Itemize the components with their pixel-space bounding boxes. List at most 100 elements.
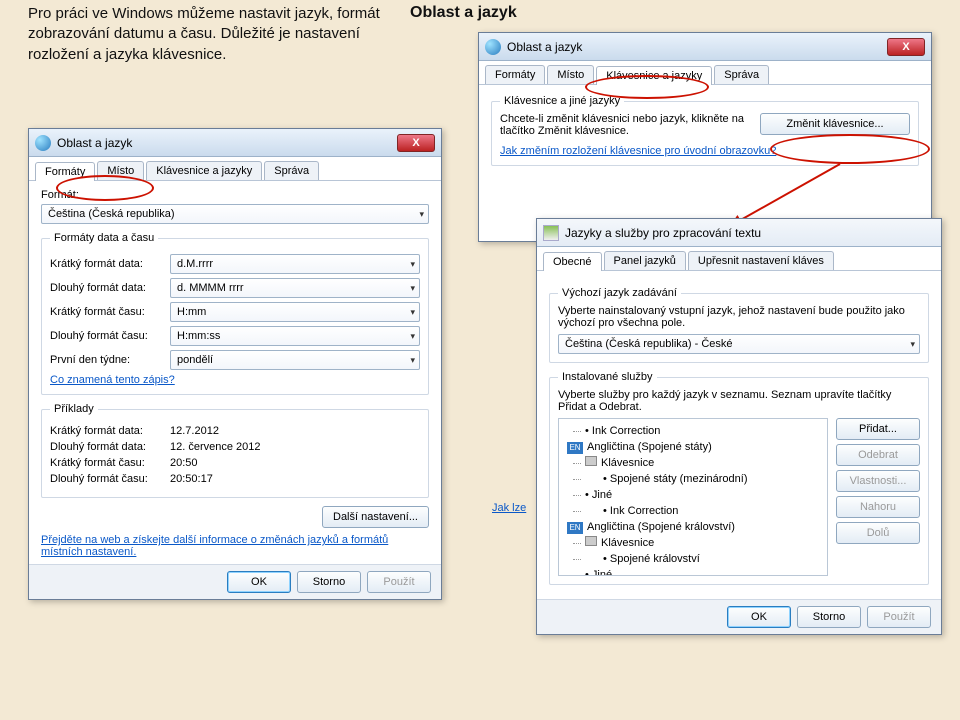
apply-button[interactable]: Použít [867, 606, 931, 628]
tree-node[interactable]: Klávesnice [563, 535, 823, 551]
link-fragment[interactable]: Jak lze [492, 502, 526, 514]
titlebar[interactable]: Jazyky a služby pro zpracování textu [537, 219, 941, 247]
apply-button[interactable]: Použít [367, 571, 431, 593]
first-day-value: pondělí [177, 354, 213, 366]
ok-button[interactable]: OK [727, 606, 791, 628]
tab-misto[interactable]: Místo [547, 65, 594, 84]
close-icon[interactable]: X [397, 134, 435, 152]
short-date-value: d.M.rrrr [177, 258, 213, 270]
window-title: Jazyky a služby pro zpracování textu [565, 226, 761, 240]
more-settings-button[interactable]: Další nastavení... [322, 506, 429, 528]
tabstrip: Obecné Panel jazyků Upřesnit nastavení k… [537, 247, 941, 271]
short-date-dropdown[interactable]: d.M.rrrr ▾ [170, 254, 420, 274]
chevron-down-icon: ▾ [410, 331, 415, 342]
cancel-button[interactable]: Storno [797, 606, 861, 628]
row-label: Dlouhý formát času: [50, 330, 170, 342]
tree-node[interactable]: ENAngličtina (Spojené státy) [563, 439, 823, 455]
format-dropdown[interactable]: Čeština (Česká republika) ▾ [41, 204, 429, 224]
first-day-dropdown[interactable]: pondělí ▾ [170, 350, 420, 370]
window-title: Oblast a jazyk [57, 136, 132, 150]
lang-badge-icon: EN [567, 442, 583, 454]
close-icon[interactable]: X [887, 38, 925, 56]
tree-node[interactable]: • Spojené království [563, 551, 823, 567]
ex-value: 12.7.2012 [170, 425, 420, 437]
link-web-more-info[interactable]: Přejděte na web a získejte další informa… [41, 534, 429, 558]
titlebar[interactable]: Oblast a jazyk X [479, 33, 931, 61]
long-date-value: d. MMMM rrrr [177, 282, 244, 294]
ex-value: 20:50:17 [170, 473, 420, 485]
tab-panel-jazyku[interactable]: Panel jazyků [604, 251, 686, 270]
fieldset-default-lang: Výchozí jazyk zadávání Vyberte nainstalo… [549, 287, 929, 363]
fieldset-examples: Příklady Krátký formát data:12.7.2012 Dl… [41, 403, 429, 498]
legend-installed: Instalované služby [558, 371, 657, 383]
tab-sprava[interactable]: Správa [264, 161, 319, 180]
tab-klavesnice[interactable]: Klávesnice a jazyky [146, 161, 262, 180]
row-label: První den týdne: [50, 354, 170, 366]
keyboard-icon [585, 536, 597, 546]
link-what-means[interactable]: Co znamená tento zápis? [50, 374, 420, 386]
fieldset-datetime: Formáty data a času Krátký formát data:d… [41, 232, 429, 395]
short-time-value: H:mm [177, 306, 206, 318]
row-label: Dlouhý formát data: [50, 282, 170, 294]
cancel-button[interactable]: Storno [297, 571, 361, 593]
tree-node[interactable]: • Jiné [563, 487, 823, 503]
short-time-dropdown[interactable]: H:mm ▾ [170, 302, 420, 322]
tree-button-column: Přidat... Odebrat Vlastnosti... Nahoru D… [836, 418, 920, 576]
tree-node[interactable]: • Jiné [563, 567, 823, 576]
dialog-text-services: Jazyky a služby pro zpracování textu Obe… [536, 218, 942, 635]
titlebar[interactable]: Oblast a jazyk X [29, 129, 441, 157]
properties-button[interactable]: Vlastnosti... [836, 470, 920, 492]
globe-icon [35, 135, 51, 151]
remove-button[interactable]: Odebrat [836, 444, 920, 466]
tree-node[interactable]: • Ink Correction [563, 423, 823, 439]
ex-value: 12. července 2012 [170, 441, 420, 453]
app-icon [543, 225, 559, 241]
chevron-down-icon: ▾ [410, 259, 415, 270]
ex-label: Krátký formát času: [50, 457, 170, 469]
fieldset-installed: Instalované služby Vyberte služby pro ka… [549, 371, 929, 585]
services-tree[interactable]: • Ink CorrectionENAngličtina (Spojené st… [558, 418, 828, 576]
highlight-circle [585, 75, 709, 99]
tree-node[interactable]: • Spojené státy (mezinárodní) [563, 471, 823, 487]
keyboards-desc: Chcete-li změnit klávesnici nebo jazyk, … [500, 113, 750, 137]
add-button[interactable]: Přidat... [836, 418, 920, 440]
installed-desc: Vyberte služby pro každý jazyk v seznamu… [558, 389, 920, 413]
default-lang-value: Čeština (Česká republika) - České [565, 338, 733, 350]
intro-text: Pro práci ve Windows můžeme nastavit jaz… [28, 4, 398, 65]
legend-datetime: Formáty data a času [50, 232, 158, 244]
tree-node[interactable]: ENAngličtina (Spojené království) [563, 519, 823, 535]
tab-formaty[interactable]: Formáty [485, 65, 545, 84]
chevron-down-icon: ▾ [410, 283, 415, 294]
tree-node[interactable]: Klávesnice [563, 455, 823, 471]
lang-badge-icon: EN [567, 522, 583, 534]
dialog-button-row: OK Storno Použít [537, 599, 941, 634]
format-value: Čeština (Česká republika) [48, 208, 175, 220]
highlight-circle [56, 175, 154, 201]
ok-button[interactable]: OK [227, 571, 291, 593]
tab-upresnit[interactable]: Upřesnit nastavení kláves [688, 251, 834, 270]
change-keyboards-button[interactable]: Změnit klávesnice... [760, 113, 910, 135]
default-lang-dropdown[interactable]: Čeština (Česká republika) - České ▾ [558, 334, 920, 354]
globe-icon [485, 39, 501, 55]
ex-label: Dlouhý formát data: [50, 441, 170, 453]
legend-examples: Příklady [50, 403, 98, 415]
move-down-button[interactable]: Dolů [836, 522, 920, 544]
chevron-down-icon: ▾ [410, 307, 415, 318]
tab-obecne[interactable]: Obecné [543, 252, 602, 271]
page-heading: Oblast a jazyk [410, 4, 517, 22]
dialog-button-row: OK Storno Použít [29, 564, 441, 599]
move-up-button[interactable]: Nahoru [836, 496, 920, 518]
long-date-dropdown[interactable]: d. MMMM rrrr ▾ [170, 278, 420, 298]
chevron-down-icon: ▾ [419, 209, 424, 220]
ex-label: Krátký formát data: [50, 425, 170, 437]
highlight-circle [770, 134, 930, 164]
chevron-down-icon: ▾ [410, 355, 415, 366]
long-time-dropdown[interactable]: H:mm:ss▾ [170, 326, 420, 346]
tab-sprava[interactable]: Správa [714, 65, 769, 84]
legend-default-lang: Výchozí jazyk zadávání [558, 287, 681, 299]
chevron-down-icon: ▾ [910, 339, 915, 350]
tree-node[interactable]: • Ink Correction [563, 503, 823, 519]
ex-value: 20:50 [170, 457, 420, 469]
row-label: Krátký formát času: [50, 306, 170, 318]
ex-label: Dlouhý formát času: [50, 473, 170, 485]
